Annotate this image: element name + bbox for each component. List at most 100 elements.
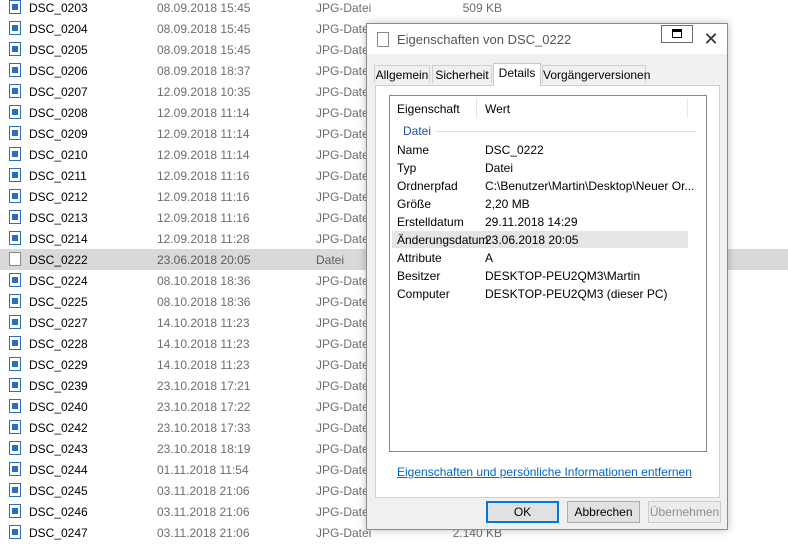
file-date: 12.09.2018 11:14 — [157, 106, 250, 120]
file-date: 12.09.2018 11:16 — [157, 190, 250, 204]
file-date: 14.10.2018 11:23 — [157, 337, 250, 351]
file-date: 03.11.2018 21:06 — [157, 526, 250, 540]
file-name: DSC_0205 — [29, 43, 88, 57]
file-name: DSC_0208 — [29, 106, 88, 120]
property-row[interactable]: Erstelldatum 29.11.2018 14:29 — [392, 213, 688, 230]
property-value: 29.11.2018 14:29 — [485, 215, 578, 229]
tab-vorgaengerversionen[interactable]: Vorgängerversionen — [542, 65, 650, 83]
file-name: DSC_0245 — [29, 484, 88, 498]
file-name: DSC_0222 — [29, 253, 88, 267]
file-type: JPG-Datei — [316, 526, 372, 540]
file-icon — [9, 147, 21, 161]
properties-listview[interactable]: Eigenschaft Wert Datei Name DSC_0222 Typ… — [389, 95, 707, 452]
file-icon — [9, 231, 21, 245]
file-icon — [9, 42, 21, 56]
file-date: 12.09.2018 11:16 — [157, 211, 250, 225]
property-row[interactable]: Attribute A — [392, 249, 688, 266]
file-type: JPG-Datei — [316, 295, 372, 309]
group-divider — [435, 131, 697, 132]
file-name: DSC_0204 — [29, 22, 88, 36]
file-type: JPG-Datei — [316, 379, 372, 393]
file-type: JPG-Datei — [316, 127, 372, 141]
property-key: Änderungsdatum — [397, 233, 489, 247]
property-key: Attribute — [397, 251, 442, 265]
file-icon — [9, 357, 21, 371]
tab-details[interactable]: Details — [493, 63, 541, 86]
file-icon — [9, 399, 21, 413]
file-type: JPG-Datei — [316, 85, 372, 99]
details-panel: Eigenschaft Wert Datei Name DSC_0222 Typ… — [375, 85, 720, 498]
dialog-title: Eigenschaften von DSC_0222 — [397, 32, 572, 47]
file-type: JPG-Datei — [316, 484, 372, 498]
tab-allgemein[interactable]: Allgemein — [374, 65, 430, 83]
restore-icon — [672, 29, 682, 38]
property-value: A — [485, 251, 494, 265]
property-row[interactable]: Besitzer DESKTOP-PEU2QM3\Martin — [392, 267, 688, 284]
property-key: Erstelldatum — [397, 215, 464, 229]
property-row[interactable]: Änderungsdatum 23.06.2018 20:05 — [392, 231, 688, 248]
restore-button[interactable] — [661, 25, 693, 43]
property-value: Datei — [485, 161, 514, 175]
group-header: Datei — [403, 124, 432, 138]
file-type: JPG-Datei — [316, 232, 372, 246]
tab-sicherheit[interactable]: Sicherheit — [432, 65, 492, 83]
file-date: 03.11.2018 21:06 — [157, 484, 250, 498]
file-name: DSC_0207 — [29, 85, 88, 99]
file-icon — [9, 63, 21, 77]
file-date: 08.09.2018 15:45 — [157, 22, 251, 36]
file-icon — [9, 189, 21, 203]
file-row[interactable]: DSC_0203 08.09.2018 15:45 JPG-Datei 509 … — [0, 0, 788, 18]
column-header-value[interactable]: Wert — [485, 102, 510, 116]
column-header-property[interactable]: Eigenschaft — [397, 102, 460, 116]
file-icon — [9, 273, 21, 287]
file-name: DSC_0213 — [29, 211, 88, 225]
file-type: JPG-Datei — [316, 169, 372, 183]
column-divider[interactable] — [476, 98, 477, 118]
property-key: Größe — [397, 197, 432, 211]
file-name: DSC_0247 — [29, 526, 88, 540]
file-date: 01.11.2018 11:54 — [157, 463, 249, 477]
file-date: 23.10.2018 18:19 — [157, 442, 251, 456]
property-row[interactable]: Name DSC_0222 — [392, 141, 688, 158]
file-date: 03.11.2018 21:06 — [157, 505, 250, 519]
file-date: 14.10.2018 11:23 — [157, 358, 250, 372]
file-name: DSC_0244 — [29, 463, 88, 477]
cancel-button[interactable]: Abbrechen — [567, 501, 640, 523]
file-name: DSC_0212 — [29, 190, 88, 204]
file-icon — [9, 336, 21, 350]
property-row[interactable]: Ordnerpfad C:\Benutzer\Martin\Desktop\Ne… — [392, 177, 694, 194]
remove-properties-link[interactable]: Eigenschaften und persönliche Informatio… — [397, 465, 692, 479]
file-name: DSC_0224 — [29, 274, 88, 288]
file-name: DSC_0214 — [29, 232, 88, 246]
file-name: DSC_0242 — [29, 421, 88, 435]
file-name: DSC_0228 — [29, 337, 88, 351]
file-icon — [9, 105, 21, 119]
file-type: JPG-Datei — [316, 106, 372, 120]
file-date: 23.10.2018 17:22 — [157, 400, 251, 414]
file-name: DSC_0210 — [29, 148, 88, 162]
file-icon — [9, 504, 21, 518]
file-date: 08.10.2018 18:36 — [157, 295, 251, 309]
dialog-titlebar[interactable]: Eigenschaften von DSC_0222 ✕ — [367, 24, 727, 54]
property-row[interactable]: Größe 2,20 MB — [392, 195, 688, 212]
file-name: DSC_0239 — [29, 379, 88, 393]
file-type: JPG-Datei — [316, 337, 372, 351]
property-row[interactable]: Computer DESKTOP-PEU2QM3 (dieser PC) — [392, 285, 688, 302]
file-icon — [9, 21, 21, 35]
file-date: 23.10.2018 17:33 — [157, 421, 251, 435]
file-name: DSC_0225 — [29, 295, 88, 309]
column-divider[interactable] — [687, 98, 688, 118]
file-type: JPG-Datei — [316, 463, 372, 477]
file-type: JPG-Datei — [316, 190, 372, 204]
file-icon — [9, 462, 21, 476]
ok-button[interactable]: OK — [486, 501, 559, 523]
file-icon — [9, 525, 21, 539]
close-button[interactable]: ✕ — [698, 28, 724, 50]
file-date: 23.10.2018 17:21 — [157, 379, 251, 393]
file-date: 08.09.2018 18:37 — [157, 64, 251, 78]
property-row[interactable]: Typ Datei — [392, 159, 688, 176]
file-type: JPG-Datei — [316, 274, 372, 288]
file-date: 12.09.2018 10:35 — [157, 85, 251, 99]
file-name: DSC_0243 — [29, 442, 88, 456]
file-date: 23.06.2018 20:05 — [157, 253, 251, 267]
